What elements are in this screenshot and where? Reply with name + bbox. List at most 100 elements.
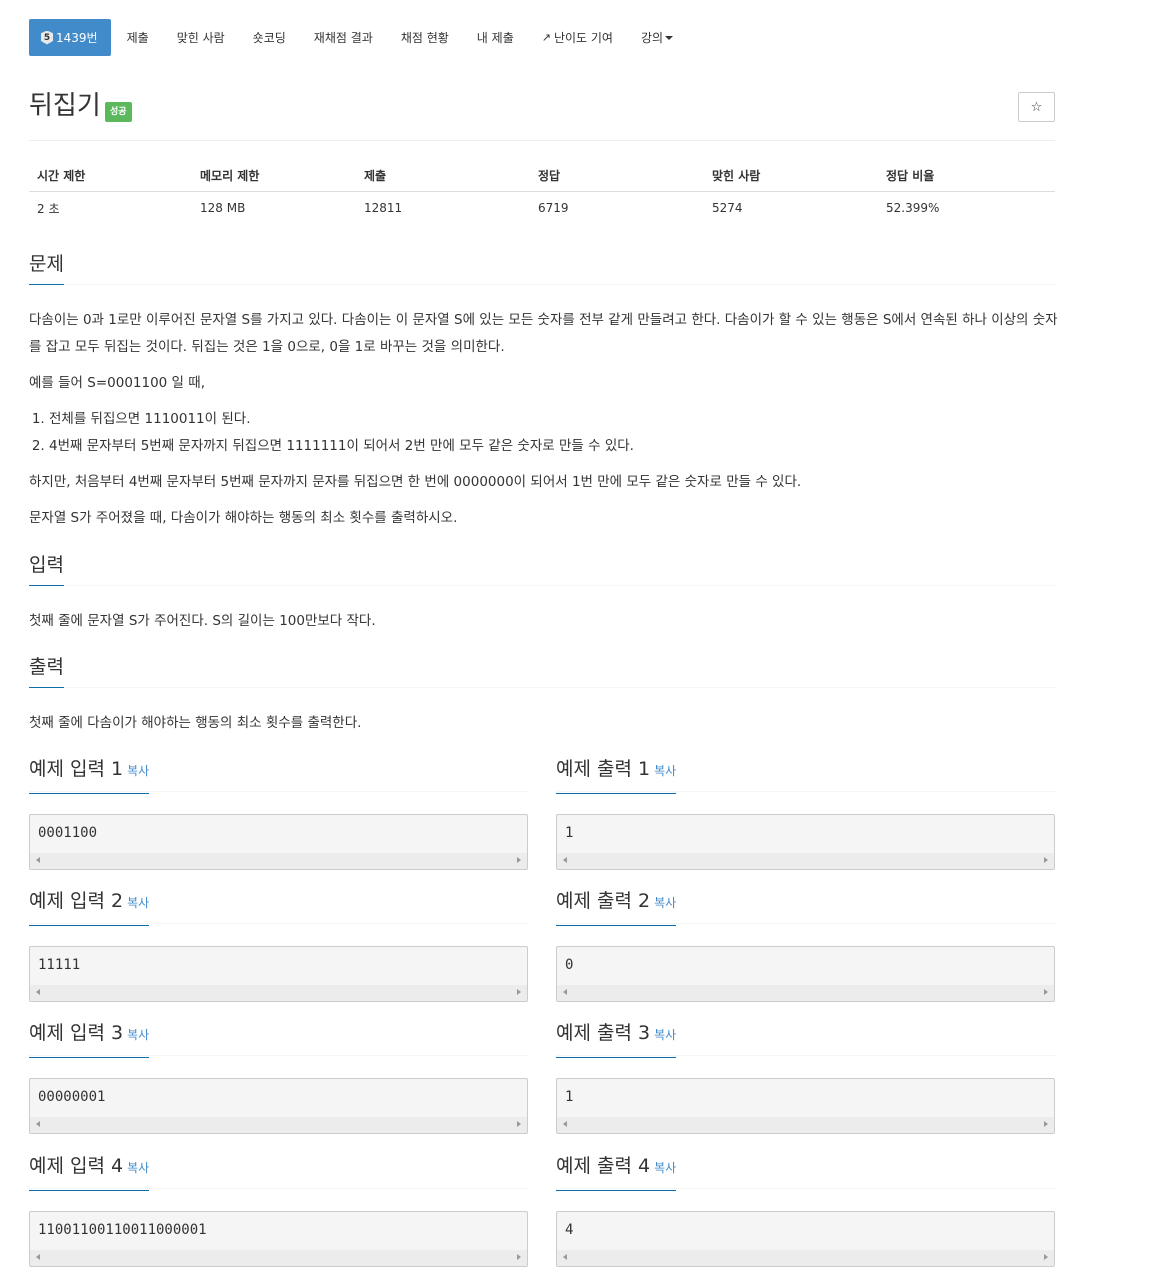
scroll-left-arrow-icon[interactable] [36, 989, 40, 995]
problem-nav: 5 1439번 제출 맞힌 사람 숏코딩 재채점 결과 채점 현황 내 제출 ↗… [29, 19, 687, 56]
description-list: 전체를 뒤집으면 1110011이 된다. 4번째 문자부터 5번째 문자까지 … [29, 406, 1059, 460]
sample-output-heading: 예제 출력 1 복사 [556, 757, 1055, 794]
sample-output-heading: 예제 출력 2 복사 [556, 889, 1055, 926]
horizontal-scrollbar[interactable] [30, 853, 527, 869]
horizontal-scrollbar[interactable] [30, 985, 527, 1001]
sample-input-code: 11111 [38, 957, 81, 973]
external-link-icon: ↗ [541, 31, 551, 44]
tab-difficulty-label: 난이도 기여 [553, 31, 613, 45]
description-heading: 문제 [29, 252, 1055, 285]
header-accepted: 정답 [530, 160, 704, 192]
horizontal-scrollbar[interactable] [557, 1117, 1054, 1133]
description-title: 문제 [29, 252, 64, 285]
scroll-right-arrow-icon[interactable] [1044, 1254, 1048, 1260]
header-memory-limit: 메모리 제한 [192, 160, 356, 192]
sample-input-heading: 예제 입력 4 복사 [29, 1154, 528, 1191]
header-submissions: 제출 [356, 160, 530, 192]
sample-input-code: 00000001 [38, 1089, 106, 1105]
sample-input-heading: 예제 입력 2 복사 [29, 889, 528, 926]
copy-button[interactable]: 복사 [127, 896, 149, 910]
description-paragraph-4: 문자열 S가 주어졌을 때, 다솜이가 해야하는 행동의 최소 횟수를 출력하시… [29, 510, 458, 526]
tab-problem-label: 1439번 [56, 31, 98, 45]
sample-input-code: 11001100110011000001 [38, 1222, 207, 1238]
sample-output-heading: 예제 출력 3 복사 [556, 1021, 1055, 1058]
horizontal-scrollbar[interactable] [30, 1117, 527, 1133]
sample-input-title: 예제 입력 3 [29, 1022, 124, 1044]
sample-input-code: 0001100 [38, 825, 98, 841]
tab-submit[interactable]: 제출 [113, 19, 163, 56]
sample-input-box[interactable]: 11111 [29, 946, 528, 1002]
copy-button[interactable]: 복사 [654, 1028, 676, 1042]
status-badge: 성공 [105, 102, 132, 122]
sample-output-heading: 예제 출력 4 복사 [556, 1154, 1055, 1191]
solved-users-value: 5274 [712, 201, 743, 216]
output-title: 출력 [29, 655, 64, 688]
sample-input-box[interactable]: 0001100 [29, 814, 528, 870]
scroll-right-arrow-icon[interactable] [517, 857, 521, 863]
copy-button[interactable]: 복사 [654, 1161, 676, 1175]
scroll-right-arrow-icon[interactable] [1044, 857, 1048, 863]
horizontal-scrollbar[interactable] [557, 985, 1054, 1001]
output-heading: 출력 [29, 655, 1055, 688]
accepted-value: 6719 [538, 201, 569, 216]
description-paragraph-3: 하지만, 처음부터 4번째 문자부터 5번째 문자까지 문자를 뒤집으면 한 번… [29, 474, 802, 490]
tab-solved-users[interactable]: 맞힌 사람 [163, 19, 239, 56]
memory-limit-value: 128 MB [200, 201, 246, 216]
sample-output-code: 0 [565, 957, 574, 973]
sample-output-title: 예제 출력 1 [556, 758, 651, 780]
scroll-left-arrow-icon[interactable] [563, 989, 567, 995]
horizontal-scrollbar[interactable] [557, 1250, 1054, 1266]
scroll-right-arrow-icon[interactable] [1044, 989, 1048, 995]
scroll-left-arrow-icon[interactable] [563, 1121, 567, 1127]
sample-input-box[interactable]: 00000001 [29, 1078, 528, 1134]
scroll-left-arrow-icon[interactable] [36, 1254, 40, 1260]
scroll-right-arrow-icon[interactable] [517, 1254, 521, 1260]
sample-input-title: 예제 입력 2 [29, 890, 124, 912]
tab-judge-status[interactable]: 채점 현황 [387, 19, 463, 56]
time-limit-value: 2 초 [37, 201, 60, 216]
description-paragraph-1: 다솜이는 0과 1로만 이루어진 문자열 S를 가지고 있다. 다솜이는 이 문… [29, 312, 1058, 355]
scroll-right-arrow-icon[interactable] [517, 1121, 521, 1127]
input-title: 입력 [29, 553, 64, 586]
tab-rejudge-results[interactable]: 재채점 결과 [300, 19, 387, 56]
horizontal-scrollbar[interactable] [557, 853, 1054, 869]
scroll-left-arrow-icon[interactable] [563, 857, 567, 863]
sample-input-box[interactable]: 11001100110011000001 [29, 1211, 528, 1267]
accept-ratio-value: 52.399% [886, 201, 940, 216]
copy-button[interactable]: 복사 [127, 1028, 149, 1042]
sample-input-heading: 예제 입력 3 복사 [29, 1021, 528, 1058]
scroll-left-arrow-icon[interactable] [563, 1254, 567, 1260]
tab-difficulty-contribution[interactable]: ↗ 난이도 기여 [528, 19, 627, 56]
horizontal-scrollbar[interactable] [30, 1250, 527, 1266]
caret-down-icon [665, 35, 674, 40]
copy-button[interactable]: 복사 [127, 1161, 149, 1175]
tab-lecture-dropdown[interactable]: 강의 [627, 19, 687, 56]
copy-button[interactable]: 복사 [127, 764, 149, 778]
tab-short-coding[interactable]: 숏코딩 [239, 19, 300, 56]
header-accept-ratio: 정답 비율 [878, 160, 1055, 192]
output-description: 첫째 줄에 다솜이가 해야하는 행동의 최소 횟수를 출력한다. [29, 715, 362, 731]
problem-info-table: 시간 제한 메모리 제한 제출 정답 맞힌 사람 정답 비율 2 초 128 M… [29, 160, 1055, 225]
sample-output-box[interactable]: 1 [556, 814, 1055, 870]
scroll-left-arrow-icon[interactable] [36, 857, 40, 863]
sample-output-title: 예제 출력 2 [556, 890, 651, 912]
scroll-right-arrow-icon[interactable] [1044, 1121, 1048, 1127]
info-value-row: 2 초 128 MB 12811 6719 5274 52.399% [29, 191, 1055, 225]
sample-input-heading: 예제 입력 1 복사 [29, 757, 528, 794]
tab-lecture-label: 강의 [640, 31, 664, 45]
copy-button[interactable]: 복사 [654, 764, 676, 778]
favorite-star-button[interactable]: ☆ [1018, 92, 1055, 122]
input-description: 첫째 줄에 문자열 S가 주어진다. S의 길이는 100만보다 작다. [29, 613, 376, 629]
tab-problem[interactable]: 5 1439번 [29, 19, 111, 56]
sample-output-box[interactable]: 1 [556, 1078, 1055, 1134]
scroll-left-arrow-icon[interactable] [36, 1121, 40, 1127]
header-solved-users: 맞힌 사람 [704, 160, 878, 192]
sample-output-box[interactable]: 4 [556, 1211, 1055, 1267]
scroll-right-arrow-icon[interactable] [517, 989, 521, 995]
tab-my-submissions[interactable]: 내 제출 [463, 19, 528, 56]
description-paragraph-2: 예를 들어 S=0001100 일 때, [29, 375, 205, 391]
sample-output-title: 예제 출력 4 [556, 1155, 651, 1177]
sample-output-title: 예제 출력 3 [556, 1022, 651, 1044]
sample-output-box[interactable]: 0 [556, 946, 1055, 1002]
copy-button[interactable]: 복사 [654, 896, 676, 910]
